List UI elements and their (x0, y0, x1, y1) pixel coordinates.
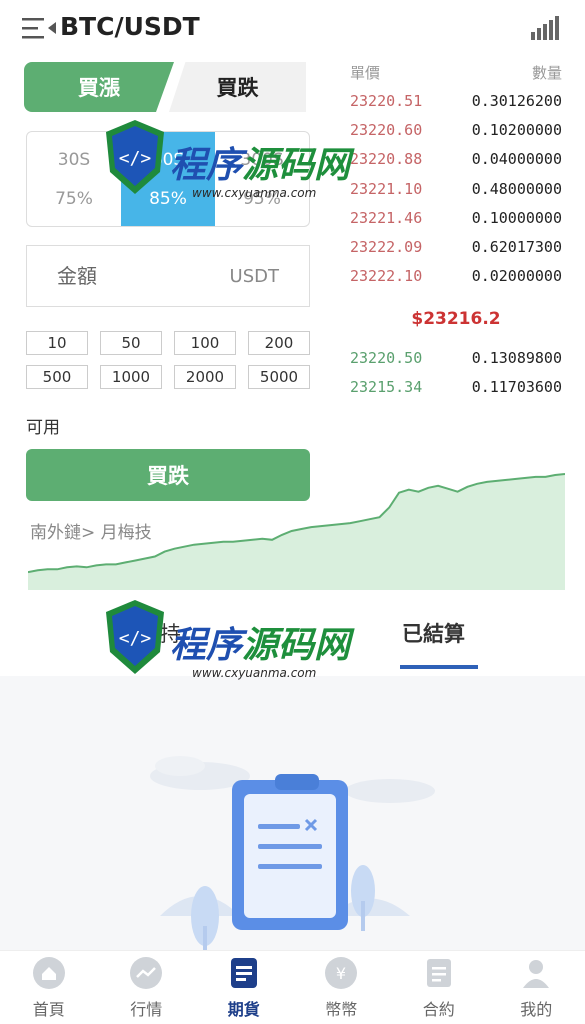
bid-qty: 0.11703600 (471, 378, 562, 397)
quick-amount-button[interactable]: 10 (26, 331, 88, 355)
nav-market[interactable]: 行情 (98, 951, 196, 1024)
period-odds: 95% (243, 188, 281, 209)
active-tab-indicator (400, 665, 478, 669)
ask-qty: 0.48000000 (471, 179, 562, 198)
nav-label: 合約 (422, 1000, 455, 1019)
ask-qty: 0.30126200 (471, 91, 562, 110)
quick-amount-button[interactable]: 500 (26, 365, 88, 389)
available-label: 可用 (26, 418, 60, 438)
quick-amount-button[interactable]: 2000 (174, 365, 236, 389)
bid-row[interactable]: 23220.50 0.13089800 (350, 343, 562, 372)
ask-row[interactable]: 23221.10 0.48000000 (350, 174, 562, 203)
ask-price: 23222.09 (350, 238, 423, 257)
ask-price: 23220.60 (350, 120, 423, 139)
period-odds: 85% (149, 188, 187, 209)
ask-row[interactable]: 23220.51 0.30126200 (350, 86, 562, 115)
pair-title[interactable]: BTC/USDT (60, 12, 200, 41)
trade-direction-tabs: 買漲 買跌 (24, 62, 306, 112)
amount-unit: USDT (229, 265, 279, 287)
tab-buy-up[interactable]: 買漲 (24, 62, 174, 112)
tab-buy-down[interactable]: 買跌 (169, 62, 306, 112)
quick-amount-button[interactable]: 100 (174, 331, 236, 355)
period-odds: 75% (55, 188, 93, 209)
ask-row[interactable]: 23221.46 0.10000000 (350, 203, 562, 232)
nav-label: 行情 (130, 1000, 163, 1019)
tab-pending[interactable]: 持 (160, 618, 181, 648)
period-option-60s[interactable]: 60S 85% (121, 132, 215, 226)
nav-profile[interactable]: 我的 (488, 951, 585, 1024)
ask-price: 23220.88 (350, 150, 423, 169)
nav-contract[interactable]: 合約 (390, 951, 488, 1024)
nav-label: 期貨 (227, 1000, 260, 1019)
ask-qty: 0.62017300 (471, 238, 562, 257)
bid-qty: 0.13089800 (471, 348, 562, 367)
period-time: 300S (240, 149, 284, 170)
signal-bars-icon[interactable] (531, 16, 561, 40)
quick-amount-button[interactable]: 50 (100, 331, 162, 355)
period-time: 60S (151, 149, 185, 170)
nav-label: 幣幣 (325, 1000, 358, 1019)
amount-input[interactable] (57, 264, 177, 288)
nav-coin[interactable]: ¥ 幣幣 (293, 951, 391, 1024)
mid-price: $23216.2 (411, 309, 501, 330)
ask-list: 23220.51 0.30126200 23220.60 0.10200000 2322… (350, 86, 562, 291)
nav-label: 首頁 (32, 1000, 65, 1019)
tab-settled[interactable]: 已結算 (402, 618, 465, 648)
ask-row[interactable]: 23220.88 0.04000000 (350, 145, 562, 174)
records-tabs: 持 已結算 (0, 596, 585, 676)
ask-price: 23221.10 (350, 179, 423, 198)
user-icon (523, 960, 550, 988)
period-selector: 30S 75% 60S 85% 300S 95% (26, 131, 310, 227)
ask-price: 23221.46 (350, 208, 423, 227)
period-option-30s[interactable]: 30S 75% (27, 132, 121, 226)
bid-row[interactable]: 23215.34 0.11703600 (350, 372, 562, 401)
ask-row[interactable]: 23222.09 0.62017300 (350, 232, 562, 261)
order-book-header: 單價 數量 (350, 62, 562, 86)
bid-price: 23215.34 (350, 378, 423, 397)
nav-futures[interactable]: 期貨 (195, 951, 293, 1024)
price-header: 單價 (350, 64, 381, 82)
ask-qty: 0.02000000 (471, 267, 562, 286)
guide-link[interactable]: 南外鏈> 月梅技 (30, 518, 152, 543)
futures-icon (230, 958, 257, 988)
ask-row[interactable]: 23220.60 0.10200000 (350, 115, 562, 144)
ask-row[interactable]: 23222.10 0.02000000 (350, 262, 562, 291)
menu-icon[interactable] (22, 16, 56, 40)
empty-clipboard-illustration (150, 756, 435, 950)
amount-field: USDT (26, 245, 310, 307)
qty-header: 數量 (531, 64, 562, 82)
ask-qty: 0.04000000 (471, 150, 562, 169)
period-time: 30S (57, 149, 91, 170)
quick-amount-button[interactable]: 5000 (248, 365, 310, 389)
ask-price: 23220.51 (350, 91, 423, 110)
order-book: 單價 數量 23220.51 0.30126200 23220.60 0.102000… (350, 62, 562, 402)
contract-icon (426, 959, 451, 987)
bid-list: 23220.50 0.13089800 23215.34 0.11703600 (350, 343, 562, 402)
chart-icon (130, 957, 163, 989)
home-icon (32, 957, 65, 989)
empty-state (0, 676, 585, 950)
ask-qty: 0.10200000 (471, 120, 562, 139)
quick-amounts: 10 50 100 200 500 1000 2000 5000 (26, 331, 310, 389)
bottom-nav: 首頁 行情 期貨 ¥ 幣幣 合約 我的 (0, 950, 585, 1024)
quick-amount-button[interactable]: 1000 (100, 365, 162, 389)
quick-amount-button[interactable]: 200 (248, 331, 310, 355)
svg-text:¥: ¥ (336, 964, 346, 983)
header: BTC/USDT (0, 0, 585, 58)
nav-home[interactable]: 首頁 (0, 951, 98, 1024)
bid-price: 23220.50 (350, 348, 423, 367)
nav-label: 我的 (520, 1000, 553, 1019)
coin-icon: ¥ (325, 957, 358, 989)
period-option-300s[interactable]: 300S 95% (215, 132, 309, 226)
ask-qty: 0.10000000 (471, 208, 562, 227)
ask-price: 23222.10 (350, 267, 423, 286)
